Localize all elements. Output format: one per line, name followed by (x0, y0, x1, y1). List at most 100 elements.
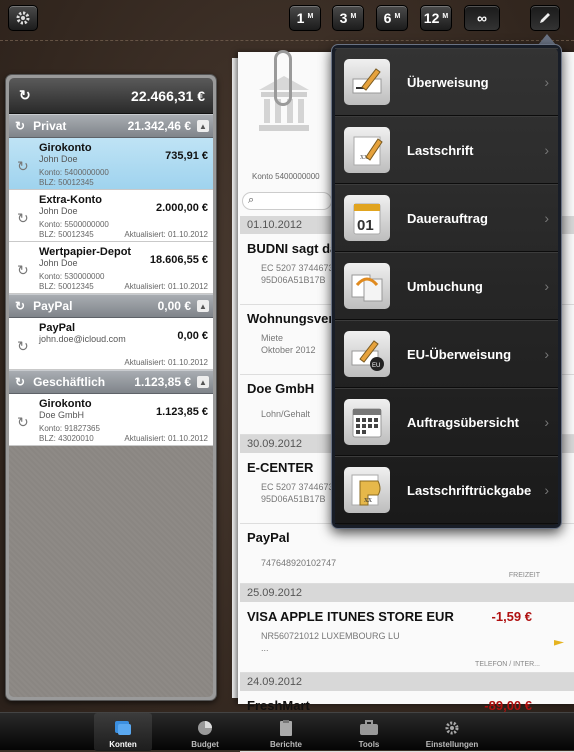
tab-konten[interactable]: Konten (94, 713, 152, 751)
account-balance: 735,91 € (165, 150, 208, 162)
chevron-right-icon: › (544, 210, 549, 226)
group-header-paypal[interactable]: ↻ PayPal 0,00 € ▲ (9, 294, 213, 318)
range-all-button[interactable]: ∞ (464, 5, 500, 31)
transaction-title: FreshMart (247, 698, 310, 713)
transaction-row[interactable]: VISA APPLE ITUNES STORE EUR -1,59 € NR5607… (240, 603, 574, 673)
account-updated: Aktualisiert: 01.10.2012 (124, 282, 208, 291)
account-name: Girokonto (39, 398, 92, 410)
tab-label: Konten (109, 740, 137, 749)
group-total: 1.123,85 € (134, 375, 191, 389)
account-owner: John Doe (39, 206, 78, 216)
menu-item-lastschriftrückgabe[interactable]: xx Lastschriftrückgabe › (335, 456, 558, 524)
transaction-detail: NR560721012 LUXEMBOURG LU (261, 631, 400, 641)
account-blz: BLZ: 43020010 (39, 434, 94, 443)
account-number: Konto: 91827365 (39, 424, 100, 433)
tab-label: Berichte (269, 740, 302, 749)
transaction-detail: 95D06A51B17B (261, 494, 326, 504)
account-number: Konto: 5500000000 (39, 220, 109, 229)
refresh-icon[interactable]: ↻ (17, 158, 29, 175)
transaction-title: Doe GmbH (247, 381, 315, 396)
settings-gear-button[interactable] (8, 5, 38, 31)
collapse-icon[interactable]: ▲ (197, 120, 209, 132)
eu-transfer-icon: EU (344, 331, 390, 377)
account-row[interactable]: ↻ Girokonto Doe GmbH 1.123,85 € Konto: 9… (9, 394, 213, 446)
group-header-geschaeftlich[interactable]: ↻ Geschäftlich 1.123,85 € ▲ (9, 370, 213, 394)
flag-icon[interactable] (554, 640, 564, 646)
date-header: 25.09.2012 (240, 584, 574, 602)
range-6m-button[interactable]: 6M (376, 5, 408, 31)
account-balance: 18.606,55 € (149, 254, 208, 266)
account-owner: Doe GmbH (39, 410, 85, 420)
refresh-icon[interactable]: ↻ (15, 299, 25, 313)
account-number: Konto: 530000000 (39, 272, 105, 281)
range-unit: M (350, 12, 357, 20)
account-name: Girokonto (39, 142, 92, 154)
debit-return-icon: xx (344, 467, 390, 513)
transaction-title: E-CENTER (247, 460, 314, 475)
menu-item-label: Auftragsübersicht (407, 414, 519, 430)
menu-item-umbuchung[interactable]: Umbuchung › (335, 252, 558, 320)
menu-item-label: Überweisung (407, 74, 489, 90)
group-header-privat[interactable]: ↻ Privat 21.342,46 € ▲ (9, 114, 213, 138)
statement-search-input[interactable]: ⌕ (242, 192, 332, 210)
chevron-right-icon: › (544, 346, 549, 362)
tab-budget[interactable]: Budget (176, 713, 234, 751)
account-balance: 1.123,85 € (156, 406, 208, 418)
transaction-detail: 95D06A51B17B (261, 275, 326, 285)
menu-item-auftragsübersicht[interactable]: Auftragsübersicht › (335, 388, 558, 456)
refresh-icon[interactable]: ↻ (15, 119, 25, 133)
chevron-right-icon: › (544, 142, 549, 158)
transaction-title: VISA APPLE ITUNES STORE EUR (247, 609, 454, 624)
range-1m-button[interactable]: 1M (289, 5, 321, 31)
range-unit: M (394, 12, 401, 20)
menu-item-überweisung[interactable]: Überweisung › (335, 48, 558, 116)
group-total: 21.342,46 € (127, 119, 191, 133)
account-row[interactable]: ↻ Wertpapier-Depot John Doe 18.606,55 € … (9, 242, 213, 294)
account-row[interactable]: ↻ Girokonto John Doe 735,91 € Konto: 540… (9, 138, 213, 190)
tab-tools[interactable]: Tools (340, 713, 398, 751)
refresh-icon[interactable]: ↻ (17, 210, 29, 227)
chevron-right-icon: › (544, 74, 549, 90)
account-row[interactable]: ↻ Extra-Konto John Doe 2.000,00 € Konto:… (9, 190, 213, 242)
refresh-icon[interactable]: ↻ (15, 375, 25, 389)
refresh-icon[interactable]: ↻ (17, 338, 29, 355)
account-blz: BLZ: 50012345 (39, 230, 94, 239)
collapse-icon[interactable]: ▲ (197, 300, 209, 312)
group-name: Geschäftlich (33, 375, 106, 389)
range-num: 1 (296, 10, 305, 26)
transaction-row[interactable]: PayPal 747648920102747 FREIZEIT (240, 524, 574, 584)
menu-item-lastschrift[interactable]: xx Lastschrift › (335, 116, 558, 184)
account-number: Konto: 5400000000 (39, 168, 109, 177)
refresh-all-icon[interactable]: ↻ (19, 87, 31, 104)
tab-berichte[interactable]: Berichte (257, 713, 315, 751)
account-row[interactable]: ↻ PayPal john.doe@icloud.com 0,00 € Aktu… (9, 318, 213, 370)
transaction-detail: EC 5207 3744673 (261, 263, 334, 273)
menu-item-dauerauftrag[interactable]: 01 Dauerauftrag › (335, 184, 558, 252)
menu-item-label: EU-Überweisung (407, 346, 512, 362)
account-owner: John Doe (39, 154, 78, 164)
account-balance: 2.000,00 € (156, 202, 208, 214)
range-12m-button[interactable]: 12 M (420, 5, 452, 31)
reports-clipboard-icon (275, 719, 297, 737)
refresh-icon[interactable]: ↻ (17, 414, 29, 431)
refresh-icon[interactable]: ↻ (17, 262, 29, 279)
chevron-right-icon: › (544, 482, 549, 498)
tab-einstellungen[interactable]: Einstellungen (423, 713, 481, 751)
range-num: 12 (423, 10, 440, 26)
transaction-amount: -89,00 € (484, 698, 532, 713)
collapse-icon[interactable]: ▲ (197, 376, 209, 388)
paperclip-icon (274, 50, 292, 106)
menu-item-label: Umbuchung (407, 278, 483, 294)
transaction-title: PayPal (247, 530, 290, 545)
new-order-pencil-button[interactable] (530, 5, 560, 31)
account-updated: Aktualisiert: 01.10.2012 (124, 358, 208, 367)
menu-item-eu-überweisung[interactable]: EU EU-Überweisung › (335, 320, 558, 388)
pencil-icon (540, 13, 550, 23)
account-blz: BLZ: 50012345 (39, 282, 94, 291)
transaction-title: Wohnungsverv (247, 311, 341, 326)
transaction-detail: ... (261, 643, 269, 653)
account-owner: john.doe@icloud.com (39, 334, 126, 344)
transaction-detail: Oktober 2012 (261, 345, 316, 355)
range-3m-button[interactable]: 3M (332, 5, 364, 31)
account-name: PayPal (39, 322, 76, 334)
